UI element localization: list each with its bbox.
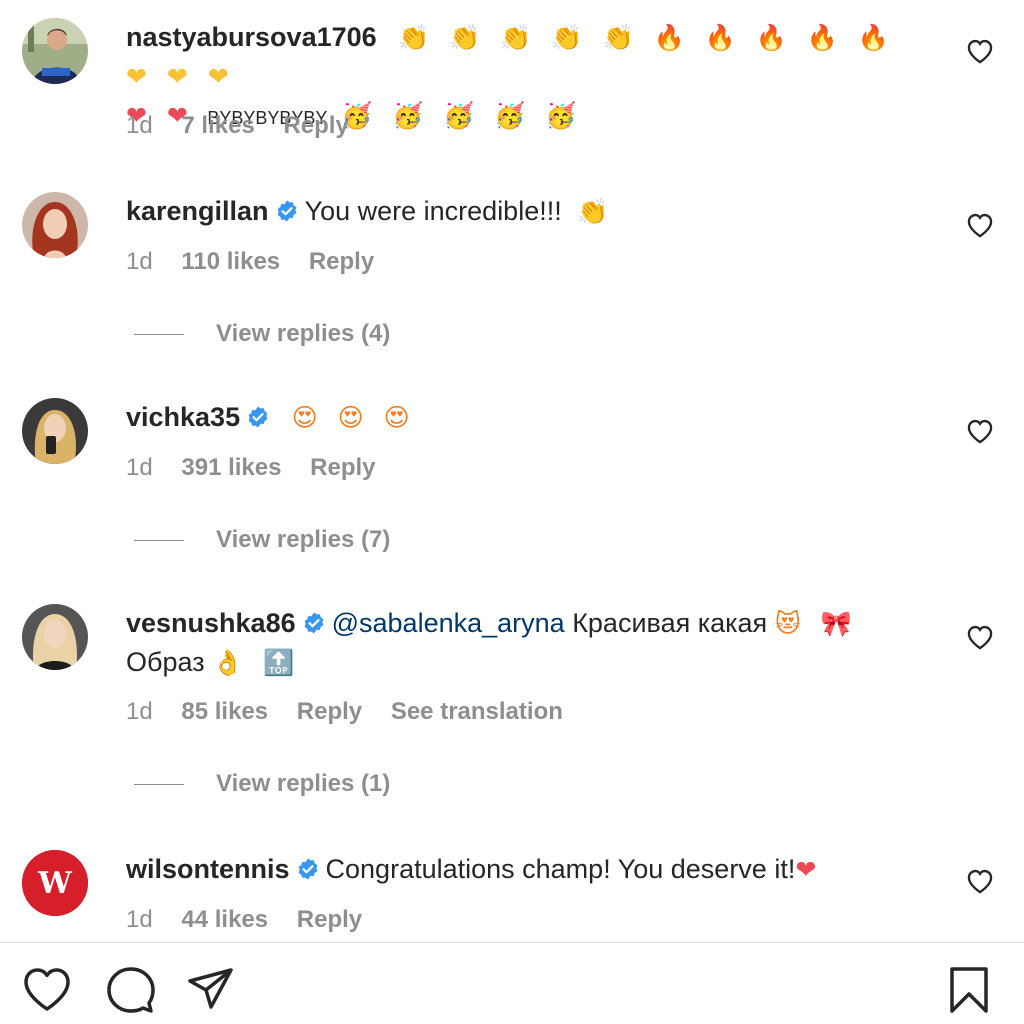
bookmark-icon[interactable] <box>944 965 994 1015</box>
divider-line <box>134 540 184 542</box>
divider-line <box>134 784 184 786</box>
comment-text: Красивая какая <box>572 608 768 638</box>
heart-icon[interactable] <box>966 212 994 238</box>
comment-text: Образ <box>126 647 205 677</box>
comment-username[interactable]: karengillan <box>126 196 269 226</box>
emoji-text: 😻 🎀 <box>774 609 858 638</box>
avatar[interactable]: W <box>22 850 88 916</box>
comment-time: 1d <box>126 906 153 933</box>
emoji-text: ❤ <box>795 855 823 884</box>
comment-meta: 1d 85 likes Reply See translation <box>126 698 585 726</box>
comment-username[interactable]: wilsontennis <box>126 854 290 884</box>
comment-item: vesnushka86 @sabalenka_aryna Красивая как… <box>0 586 1024 826</box>
reply-button[interactable]: Reply <box>283 112 348 139</box>
comment-time: 1d <box>126 454 153 481</box>
comment-text: Congratulations champ! You deserve it! <box>325 854 796 884</box>
comment-body: wilsontennis Congratulations champ! You d… <box>126 850 924 889</box>
heart-icon[interactable] <box>966 418 994 444</box>
avatar[interactable] <box>22 192 88 258</box>
verified-badge-icon <box>246 405 270 429</box>
heart-icon[interactable] <box>22 965 72 1015</box>
comment-meta: 1d 7 likes Reply <box>126 112 371 140</box>
divider-line <box>134 334 184 336</box>
like-count[interactable]: 110 likes <box>181 248 280 275</box>
verified-badge-icon <box>296 857 320 881</box>
emoji-text: 😍 😍 😍 <box>291 403 416 432</box>
comment-icon[interactable] <box>106 965 156 1015</box>
verified-badge-icon <box>275 199 299 223</box>
avatar-letter: W <box>37 866 73 901</box>
view-replies-label: View replies (1) <box>216 770 391 797</box>
emoji-text: 👏 <box>577 197 615 226</box>
comments-list: nastyabursova1706 👏 👏 👏 👏 👏 🔥 🔥 🔥 🔥 🔥 ❤ … <box>0 0 1024 944</box>
comment-item: W wilsontennis Congratulations champ! You… <box>0 830 1024 944</box>
comment-meta: 1d 110 likes Reply <box>126 248 396 276</box>
view-replies-button[interactable]: View replies (4) <box>134 320 390 348</box>
comment-time: 1d <box>126 248 153 275</box>
like-count[interactable]: 44 likes <box>181 906 268 933</box>
comment-body: vichka35 😍 😍 😍 <box>126 398 924 437</box>
avatar[interactable] <box>22 604 88 670</box>
wilson-logo-icon: W <box>22 850 88 916</box>
comment-body: vesnushka86 @sabalenka_aryna Красивая как… <box>126 604 924 682</box>
comment-meta: 1d 391 likes Reply <box>126 454 398 482</box>
comment-username[interactable]: nastyabursova1706 <box>126 22 377 52</box>
comment-time: 1d <box>126 698 153 725</box>
comment-item: nastyabursova1706 👏 👏 👏 👏 👏 🔥 🔥 🔥 🔥 🔥 ❤ … <box>0 0 1024 170</box>
reply-button[interactable]: Reply <box>309 248 374 275</box>
emoji-text: 🥳 🥳 🥳 🥳 🥳 <box>340 101 583 130</box>
reply-button[interactable]: Reply <box>310 454 375 481</box>
comment-text: You were incredible!!! <box>304 196 562 226</box>
avatar[interactable] <box>22 398 88 464</box>
comment-username[interactable]: vichka35 <box>126 402 240 432</box>
comment-item: karengillan You were incredible!!! 👏 1d 1… <box>0 170 1024 370</box>
see-translation-button[interactable]: See translation <box>391 698 563 725</box>
heart-icon[interactable] <box>966 624 994 650</box>
like-count[interactable]: 85 likes <box>181 698 268 725</box>
verified-badge-icon <box>302 611 326 635</box>
comment-meta: 1d 44 likes Reply <box>126 906 384 934</box>
share-icon[interactable] <box>186 965 236 1015</box>
like-count[interactable]: 7 likes <box>181 112 254 139</box>
reply-button[interactable]: Reply <box>297 906 362 933</box>
view-replies-label: View replies (7) <box>216 526 391 553</box>
comment-username[interactable]: vesnushka86 <box>126 608 296 638</box>
heart-icon[interactable] <box>966 38 994 64</box>
post-action-bar <box>0 943 1024 1024</box>
view-replies-button[interactable]: View replies (1) <box>134 770 390 798</box>
comment-body: karengillan You were incredible!!! 👏 <box>126 192 924 231</box>
mention-link[interactable]: @sabalenka_aryna <box>332 608 565 638</box>
view-replies-button[interactable]: View replies (7) <box>134 526 390 554</box>
emoji-text: 👌 🔝 <box>212 648 301 677</box>
heart-icon[interactable] <box>966 868 994 894</box>
comment-item: vichka35 😍 😍 😍 1d 391 likes Reply View r… <box>0 378 1024 578</box>
view-replies-label: View replies (4) <box>216 320 391 347</box>
avatar[interactable] <box>22 18 88 84</box>
like-count[interactable]: 391 likes <box>181 454 281 481</box>
reply-button[interactable]: Reply <box>297 698 362 725</box>
comment-time: 1d <box>126 112 153 139</box>
